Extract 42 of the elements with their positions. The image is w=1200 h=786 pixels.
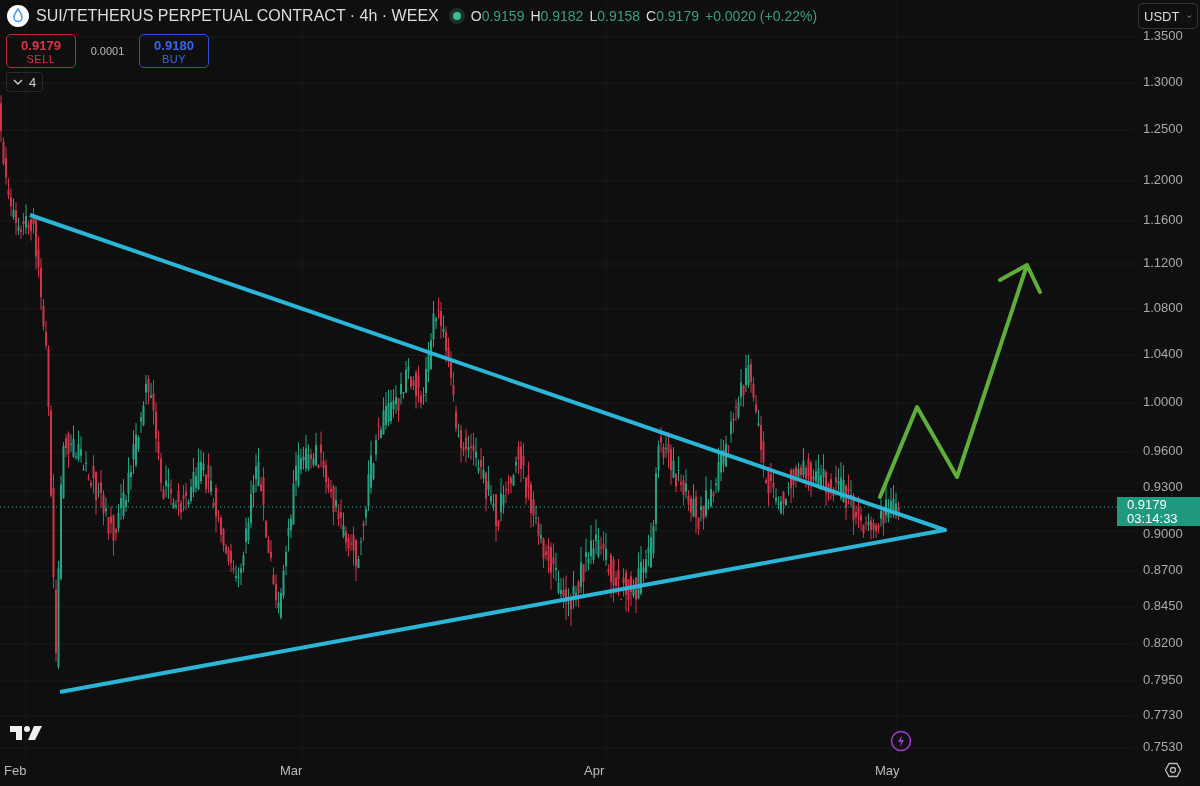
ohlc-value: H0.9182 (530, 8, 584, 24)
logo-icon (10, 725, 42, 741)
lightning-icon[interactable] (890, 730, 912, 752)
price-tick: 0.8200 (1143, 636, 1183, 650)
price-tick: 1.3500 (1143, 29, 1183, 43)
price-tick: 0.7530 (1143, 740, 1183, 754)
last-price: 0.9179 (1127, 497, 1168, 512)
buy-button[interactable]: 0.9180 BUY (139, 34, 209, 68)
settings-icon[interactable] (1165, 762, 1181, 778)
price-tick: 0.8700 (1143, 563, 1183, 577)
chevron-down-icon (13, 79, 23, 85)
price-tick: 1.0400 (1143, 347, 1183, 361)
coin-icon (6, 4, 30, 28)
price-tick: 1.1600 (1143, 213, 1183, 227)
time-label: Feb (4, 763, 27, 778)
chevron-down-icon (1187, 13, 1192, 19)
symbol-title: SUI/TETHERUS PERPETUAL CONTRACT · 4h · WEEX (36, 7, 439, 25)
price-tick: 0.8450 (1143, 599, 1183, 613)
time-label: Mar (280, 763, 303, 778)
price-tick: 1.1200 (1143, 256, 1183, 270)
price-tick: 1.2000 (1143, 173, 1183, 187)
ohlc-value: C0.9179 (646, 8, 699, 24)
indicators-toggle[interactable]: 4 (6, 72, 44, 92)
ohlc-value: L0.9158 (589, 8, 641, 24)
price-tick: 1.0000 (1143, 395, 1183, 409)
sell-button[interactable]: 0.9179 SELL (6, 34, 76, 68)
price-tick: 0.9000 (1143, 527, 1183, 541)
time-label: Apr (584, 763, 605, 778)
currency-dropdown[interactable]: USDT (1138, 3, 1198, 29)
price-tick: 0.9600 (1143, 444, 1183, 458)
price-tick: 0.9300 (1143, 480, 1183, 494)
bar-countdown: 03:14:33 (1127, 511, 1179, 526)
price-tick: 0.7950 (1143, 673, 1183, 687)
price-tick: 1.3000 (1143, 75, 1183, 89)
price-tick: 1.0800 (1143, 301, 1183, 315)
price-tick: 0.7730 (1143, 708, 1183, 722)
market-status-icon (448, 8, 465, 24)
spread-value: 0.0001 (89, 45, 126, 57)
ohlc-value: O0.9159 (470, 8, 525, 24)
price-change: +0.0020 (+0.22%) (705, 8, 818, 24)
price-tick: 1.2500 (1143, 122, 1183, 136)
time-label: May (875, 763, 900, 778)
